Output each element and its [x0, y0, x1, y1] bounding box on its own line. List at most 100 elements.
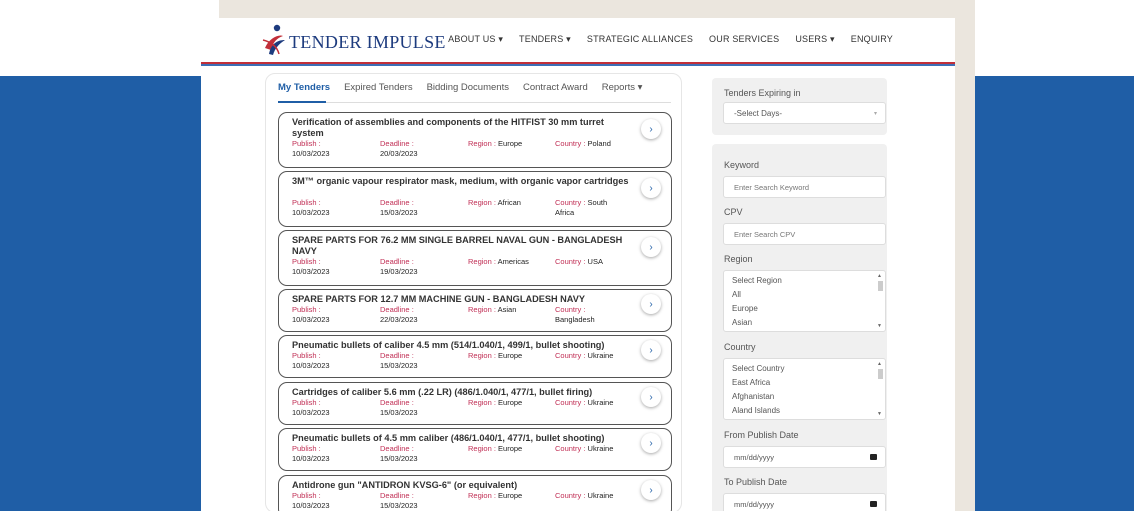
nav-enquiry[interactable]: ENQUIRY	[851, 34, 893, 45]
region-scrollbar[interactable]: ▲ ▼	[876, 272, 884, 330]
country-value: Ukraine	[587, 398, 614, 407]
logo-emblem-icon	[261, 24, 287, 56]
chevron-right-icon: ›	[649, 123, 653, 135]
chevron-right-icon: ›	[649, 241, 653, 253]
logo[interactable]: TENDER IMPULSE	[261, 24, 446, 56]
calendar-icon[interactable]	[870, 454, 877, 460]
tender-title[interactable]: Antidrone gun "ANTIDRON KVSG-6" (or equi…	[292, 480, 632, 491]
tender-title[interactable]: SPARE PARTS FOR 76.2 MM SINGLE BARREL NA…	[292, 235, 632, 257]
publish-date: 10/03/2023	[292, 267, 330, 276]
calendar-icon[interactable]	[870, 501, 877, 507]
open-tender-button[interactable]: ›	[641, 433, 661, 453]
country-value: Ukraine	[587, 351, 614, 360]
publish-label: Publish :	[292, 444, 321, 453]
country-value: USA	[587, 257, 603, 266]
deadline-label: Deadline :	[380, 198, 414, 207]
country-listbox[interactable]: Select Country East Africa Afghanistan A…	[723, 358, 886, 420]
tender-card[interactable]: Pneumatic bullets of caliber 4.5 mm (514…	[278, 335, 672, 378]
deadline-date: 15/03/2023	[380, 501, 418, 510]
nav-tenders[interactable]: TENDERS ▾	[519, 34, 571, 45]
nav-label: ABOUT US	[448, 34, 496, 44]
country-option[interactable]: Aland Islands	[732, 404, 877, 418]
open-tender-button[interactable]: ›	[641, 119, 661, 139]
country-label: Country	[724, 342, 756, 352]
tab-my-tenders[interactable]: My Tenders	[278, 82, 330, 93]
nav-strategic-alliances[interactable]: STRATEGIC ALLIANCES	[587, 34, 693, 45]
main-nav: ABOUT US ▾ TENDERS ▾ STRATEGIC ALLIANCES…	[448, 34, 893, 45]
cpv-input[interactable]: Enter Search CPV	[723, 223, 886, 245]
keyword-input[interactable]: Enter Search Keyword	[723, 176, 886, 198]
region-field: Region : Europe	[468, 444, 522, 453]
region-label: Region :	[468, 491, 496, 500]
tender-card[interactable]: Cartridges of caliber 5.6 mm (.22 LR) (4…	[278, 382, 672, 425]
tender-title[interactable]: Cartridges of caliber 5.6 mm (.22 LR) (4…	[292, 387, 632, 398]
scroll-up-icon: ▲	[877, 361, 882, 367]
deadline-date: 15/03/2023	[380, 208, 418, 217]
nav-users[interactable]: USERS ▾	[795, 34, 834, 45]
open-tender-button[interactable]: ›	[641, 387, 661, 407]
country-scrollbar[interactable]: ▲ ▼	[876, 360, 884, 418]
country-option[interactable]: East Africa	[732, 376, 877, 390]
region-label: Region :	[468, 257, 496, 266]
region-value: Europe	[498, 351, 523, 360]
deadline-date: 20/03/2023	[380, 149, 418, 158]
tender-card[interactable]: 3M™ organic vapour respirator mask, medi…	[278, 171, 672, 227]
tab-expired-tenders[interactable]: Expired Tenders	[344, 82, 412, 93]
region-option[interactable]: Select Region	[732, 274, 877, 288]
open-tender-button[interactable]: ›	[641, 340, 661, 360]
region-option[interactable]: Asian	[732, 316, 877, 330]
nav-label: TENDERS	[519, 34, 564, 44]
tender-tabs: My Tenders Expired Tenders Bidding Docum…	[278, 82, 642, 93]
nav-label: USERS	[795, 34, 828, 44]
country-option[interactable]: Select Country	[732, 362, 877, 376]
tender-title[interactable]: Verification of assemblies and component…	[292, 117, 632, 139]
region-value: Americas	[497, 257, 529, 266]
nav-about-us[interactable]: ABOUT US ▾	[448, 34, 503, 45]
region-label: Region :	[468, 305, 496, 314]
region-value: Asian	[497, 305, 517, 314]
open-tender-button[interactable]: ›	[641, 294, 661, 314]
country-field: Country : Ukraine	[555, 398, 625, 408]
publish-label: Publish :	[292, 305, 321, 314]
scroll-thumb[interactable]	[878, 369, 883, 379]
publish-label: Publish :	[292, 198, 321, 207]
open-tender-button[interactable]: ›	[641, 237, 661, 257]
tender-title[interactable]: SPARE PARTS FOR 12.7 MM MACHINE GUN - BA…	[292, 294, 632, 305]
tabs-underline	[278, 102, 671, 103]
tender-card[interactable]: SPARE PARTS FOR 12.7 MM MACHINE GUN - BA…	[278, 289, 672, 332]
region-label: Region	[724, 254, 753, 264]
chevron-right-icon: ›	[649, 344, 653, 356]
tender-title[interactable]: 3M™ organic vapour respirator mask, medi…	[292, 176, 632, 187]
tender-title[interactable]: Pneumatic bullets of 4.5 mm caliber (486…	[292, 433, 632, 444]
region-option[interactable]: All	[732, 288, 877, 302]
from-date-input[interactable]: mm/dd/yyyy	[723, 446, 886, 468]
open-tender-button[interactable]: ›	[641, 480, 661, 500]
keyword-placeholder: Enter Search Keyword	[734, 182, 810, 192]
tender-title[interactable]: Pneumatic bullets of caliber 4.5 mm (514…	[292, 340, 632, 351]
region-value: Europe	[498, 139, 523, 148]
tender-card[interactable]: SPARE PARTS FOR 76.2 MM SINGLE BARREL NA…	[278, 230, 672, 286]
open-tender-button[interactable]: ›	[641, 178, 661, 198]
deadline-label: Deadline :	[380, 398, 414, 407]
country-field: Country : South Africa	[555, 198, 625, 218]
tab-reports[interactable]: Reports ▾	[602, 82, 643, 93]
nav-our-services[interactable]: OUR SERVICES	[709, 34, 779, 45]
region-field: Region : Europe	[468, 398, 522, 407]
expiring-days-select[interactable]: -Select Days- ▾	[723, 102, 886, 124]
deadline-date: 22/03/2023	[380, 315, 418, 324]
tender-card[interactable]: Verification of assemblies and component…	[278, 112, 672, 168]
country-label: Country :	[555, 398, 586, 407]
country-option[interactable]: Afghanistan	[732, 390, 877, 404]
region-option[interactable]: Europe	[732, 302, 877, 316]
publish-label: Publish :	[292, 351, 321, 360]
to-date-input[interactable]: mm/dd/yyyy	[723, 493, 886, 511]
region-listbox[interactable]: Select Region All Europe Asian ▲ ▼	[723, 270, 886, 332]
chevron-right-icon: ›	[649, 391, 653, 403]
tender-card[interactable]: Antidrone gun "ANTIDRON KVSG-6" (or equi…	[278, 475, 672, 511]
tender-card[interactable]: Pneumatic bullets of 4.5 mm caliber (486…	[278, 428, 672, 471]
region-label: Region :	[468, 351, 496, 360]
deadline-date: 15/03/2023	[380, 361, 418, 370]
tab-bidding-documents[interactable]: Bidding Documents	[427, 82, 509, 93]
tab-contract-award[interactable]: Contract Award	[523, 82, 588, 93]
scroll-thumb[interactable]	[878, 281, 883, 291]
